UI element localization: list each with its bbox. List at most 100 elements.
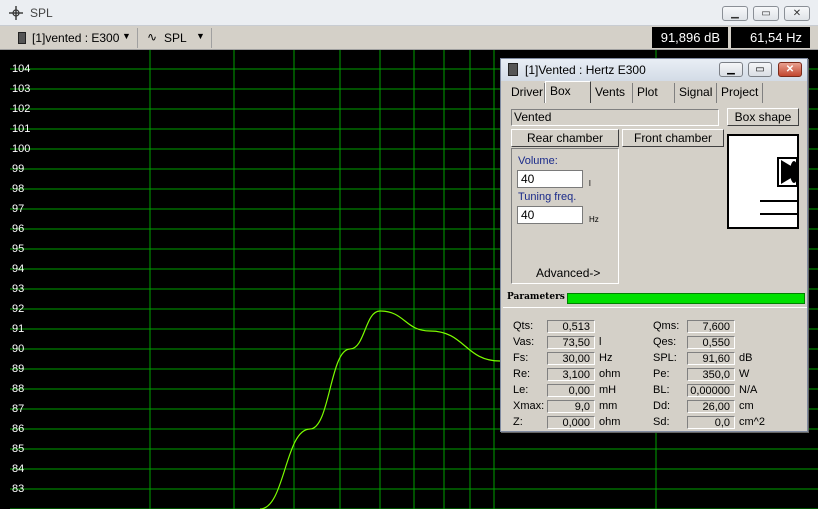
y-tick-label: 97 [12, 203, 25, 215]
param-name: Sd: [653, 416, 670, 428]
y-tick-label: 95 [12, 243, 25, 255]
view-select[interactable]: ∿ SPL ▼ [140, 28, 212, 48]
vented-box-diagram [760, 157, 798, 215]
y-tick-label: 100 [12, 143, 31, 155]
param-name: Re: [513, 368, 531, 380]
param-name: BL: [653, 384, 670, 396]
param-name: Xmax: [513, 400, 545, 412]
speaker-icon [18, 32, 26, 44]
parameters-bar [567, 293, 805, 304]
param-unit: Hz [599, 352, 613, 364]
advanced-button[interactable]: Advanced-> [536, 266, 600, 280]
param-name: Z: [513, 416, 523, 428]
param-name: Dd: [653, 400, 671, 412]
box-preview [727, 134, 799, 229]
param-unit: W [739, 368, 750, 380]
maximize-button[interactable]: ▭ [753, 6, 779, 21]
close-icon: ✕ [792, 8, 802, 19]
param-name: Pe: [653, 368, 670, 380]
tuning-freq-input[interactable]: 40 [517, 206, 583, 224]
y-tick-label: 103 [12, 83, 31, 95]
y-tick-label: 87 [12, 403, 25, 415]
chevron-down-icon: ▼ [122, 31, 131, 41]
param-unit: l [599, 336, 602, 348]
param-unit: ohm [599, 368, 621, 380]
project-select[interactable]: [1]vented : E300 ▼ [10, 28, 138, 48]
param-unit: dB [739, 352, 753, 364]
speaker-icon [508, 63, 518, 76]
y-tick-label: 83 [12, 483, 25, 495]
volume-input[interactable]: 40 [517, 170, 583, 188]
window-title: SPL [30, 6, 53, 20]
param-name: Vas: [513, 336, 535, 348]
param-value: 9,0 [547, 400, 595, 413]
y-tick-label: 85 [12, 443, 25, 455]
param-name: Qts: [513, 320, 534, 332]
box-dialog: [1]Vented : Hertz E300 ▁ ▭ ✕ Driver Box … [500, 58, 808, 432]
parameters-header: Parameters [503, 292, 807, 306]
y-tick-label: 99 [12, 163, 25, 175]
param-value: 73,50 [547, 336, 595, 349]
minimize-icon: ▁ [731, 8, 739, 19]
maximize-icon: ▭ [761, 8, 771, 19]
project-select-value: [1]vented : E300 [32, 31, 120, 45]
front-chamber-button[interactable]: Front chamber [622, 129, 724, 147]
close-button[interactable]: ✕ [784, 6, 810, 21]
minimize-icon: ▁ [727, 64, 735, 75]
param-value: 350,0 [687, 368, 735, 381]
param-name: Qms: [653, 320, 680, 332]
frequency-readout: 61,54 Hz [731, 27, 810, 48]
parameters-panel: Qts: 0,513 Vas: 73,50 l Fs: 30,00 Hz Re: 3,100 ohm… [503, 307, 807, 431]
maximize-icon: ▭ [755, 64, 765, 75]
tab-box[interactable]: Box [545, 81, 591, 103]
y-tick-label: 104 [12, 63, 31, 75]
tab-driver[interactable]: Driver [507, 83, 545, 103]
dialog-title: [1]Vented : Hertz E300 [525, 63, 646, 77]
chamber-settings-group: Volume: 40 l Tuning freq. 40 Hz Advanced… [511, 148, 619, 284]
main-titlebar: SPL ▁ ▭ ✕ [0, 0, 818, 26]
tab-project[interactable]: Project [717, 83, 763, 103]
param-unit: N/A [739, 384, 758, 396]
close-icon: ✕ [785, 64, 795, 75]
param-value: 0,550 [687, 336, 735, 349]
minimize-button[interactable]: ▁ [722, 6, 748, 21]
y-tick-label: 92 [12, 303, 25, 315]
rear-chamber-button[interactable]: Rear chamber [511, 129, 619, 147]
waveform-icon: ∿ [147, 30, 158, 44]
tab-vents[interactable]: Vents [591, 83, 633, 103]
param-unit: mH [599, 384, 617, 396]
param-value: 3,100 [547, 368, 595, 381]
param-value: 0,0 [687, 416, 735, 429]
y-axis-strip [0, 50, 10, 509]
y-tick-label: 94 [12, 263, 25, 275]
y-tick-label: 89 [12, 363, 25, 375]
chevron-down-icon: ▼ [196, 31, 205, 41]
y-tick-label: 93 [12, 283, 25, 295]
param-unit: mm [599, 400, 618, 412]
param-name: Le: [513, 384, 529, 396]
y-tick-label: 88 [12, 383, 25, 395]
view-select-value: SPL [164, 31, 187, 45]
dialog-minimize-button[interactable]: ▁ [719, 62, 743, 77]
box-shape-button[interactable]: Box shape [727, 108, 799, 126]
param-value: 0,513 [547, 320, 595, 333]
tab-signal[interactable]: Signal [675, 83, 717, 103]
y-tick-label: 91 [12, 323, 25, 335]
dialog-close-button[interactable]: ✕ [778, 62, 802, 77]
box-type-field: Vented [511, 109, 719, 126]
param-value: 91,60 [687, 352, 735, 365]
crosshair-app-icon [9, 6, 23, 20]
y-tick-label: 90 [12, 343, 25, 355]
dialog-titlebar[interactable]: [1]Vented : Hertz E300 ▁ ▭ ✕ [501, 59, 807, 81]
param-name: Qes: [653, 336, 677, 348]
param-value: 0,00000 [687, 384, 735, 397]
spl-readout: 91,896 dB [652, 27, 728, 48]
param-unit: ohm [599, 416, 621, 428]
dialog-maximize-button[interactable]: ▭ [748, 62, 772, 77]
y-tick-label: 84 [12, 463, 25, 475]
parameters-label: Parameters [507, 292, 565, 302]
tab-plot[interactable]: Plot [633, 83, 675, 103]
toolbar: [1]vented : E300 ▼ ∿ SPL ▼ 91,896 dB 61,… [0, 26, 818, 50]
param-value: 7,600 [687, 320, 735, 333]
y-tick-label: 102 [12, 103, 31, 115]
